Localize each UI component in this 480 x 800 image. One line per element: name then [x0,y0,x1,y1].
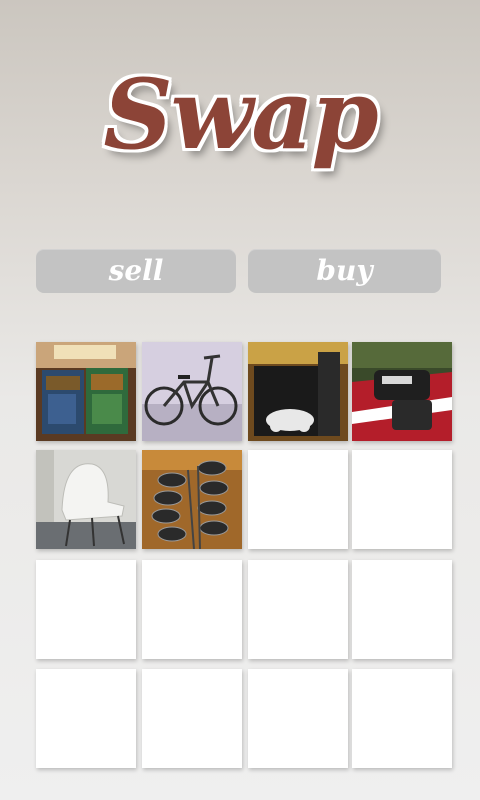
ps3-console-photo[interactable] [248,342,348,441]
empty-slot[interactable] [248,669,348,768]
snowboard-bindings-photo[interactable] [352,342,452,441]
empty-slot[interactable] [142,560,242,659]
app-logo: Swap [103,58,378,171]
harry-potter-books-photo[interactable] [36,342,136,441]
white-chair-photo[interactable] [36,450,136,549]
empty-slot[interactable] [248,560,348,659]
empty-slot[interactable] [352,560,452,659]
sell-button[interactable]: sell [36,249,236,293]
empty-slot[interactable] [142,669,242,768]
empty-slot[interactable] [36,560,136,659]
golf-clubs-photo[interactable] [142,450,242,549]
bicycle-photo[interactable] [142,342,242,441]
buy-button[interactable]: buy [248,249,441,293]
empty-slot[interactable] [36,669,136,768]
empty-slot[interactable] [248,450,348,549]
empty-slot[interactable] [352,450,452,549]
empty-slot[interactable] [352,669,452,768]
